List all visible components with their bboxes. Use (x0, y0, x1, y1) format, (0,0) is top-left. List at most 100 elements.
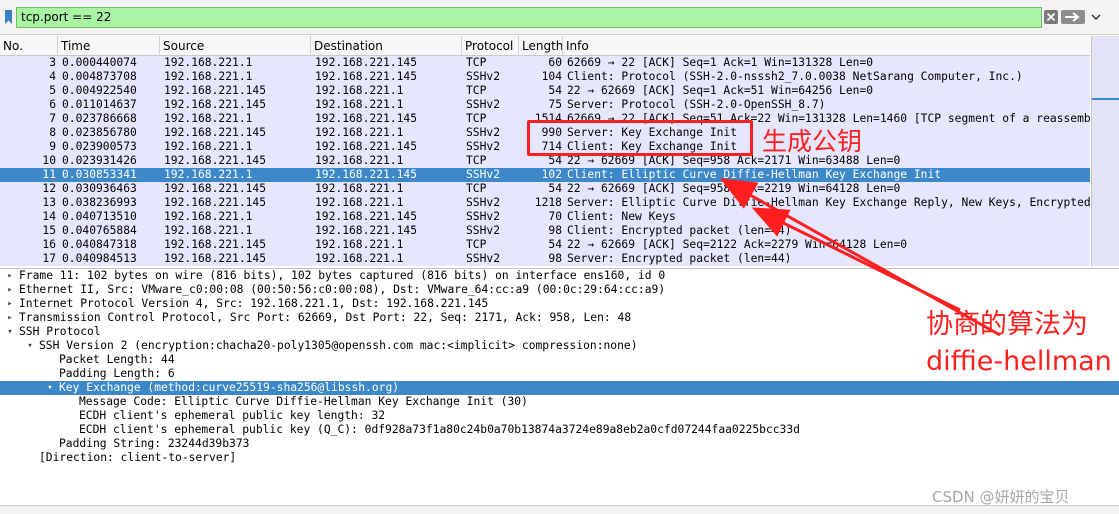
column-header-destination[interactable]: Destination (311, 36, 462, 56)
collapsed-arrow-icon[interactable]: ▸ (4, 269, 16, 283)
cell-proto: SSHv2 (466, 224, 501, 237)
column-header-no[interactable]: No. (0, 36, 58, 56)
cell-info: 22 → 62669 [ACK] Seq=958 Ack=2219 Win=64… (567, 182, 901, 195)
tree-item[interactable]: Padding String: 23244d39b373 (0, 437, 1119, 451)
tree-item[interactable]: ECDH client's ephemeral public key (Q_C)… (0, 423, 1119, 437)
packet-list-header: No. Time Source Destination Protocol Len… (0, 36, 1090, 56)
cell-time: 0.023786668 (62, 112, 137, 125)
cell-time: 0.040713510 (62, 210, 137, 223)
tree-item-label: Ethernet II, Src: VMware_c0:00:08 (00:50… (19, 283, 666, 296)
tree-item[interactable]: ▸ Frame 11: 102 bytes on wire (816 bits),… (0, 269, 1119, 283)
table-row[interactable]: 13 0.038236993 192.168.221.145 192.168.221.… (0, 196, 1090, 210)
cell-info: 62669 → 22 [ACK] Seq=1 Ack=1 Win=131328 … (567, 56, 874, 69)
tree-item-label: Frame 11: 102 bytes on wire (816 bits), … (19, 269, 666, 282)
cell-len: 98 (548, 252, 562, 265)
tree-item[interactable]: Message Code: Elliptic Curve Diffie-Hell… (0, 395, 1119, 409)
tree-item[interactable]: ▾ Key Exchange (method:curve25519-sha256@… (0, 381, 1119, 395)
cell-len: 75 (548, 98, 562, 111)
column-header-source[interactable]: Source (160, 36, 311, 56)
cell-src: 192.168.221.1 (164, 112, 253, 125)
cell-proto: SSHv2 (466, 252, 501, 265)
cell-dst: 192.168.221.145 (315, 56, 418, 69)
cell-proto: TCP (466, 238, 487, 251)
cell-src: 192.168.221.145 (164, 154, 267, 167)
cell-len: 70 (548, 210, 562, 223)
cell-len: 54 (548, 238, 562, 251)
column-header-info[interactable]: Info (563, 36, 1090, 56)
cell-dst: 192.168.221.145 (315, 210, 418, 223)
cell-proto: TCP (466, 112, 487, 125)
cell-dst: 192.168.221.1 (315, 84, 404, 97)
close-icon (1046, 12, 1056, 22)
collapsed-arrow-icon[interactable]: ▸ (4, 297, 16, 311)
cell-len: 54 (548, 154, 562, 167)
cell-src: 192.168.221.145 (164, 252, 267, 265)
table-row[interactable]: 3 0.000440074 192.168.221.1 192.168.221.145… (0, 56, 1090, 70)
tree-item[interactable]: ECDH client's ephemeral public key lengt… (0, 409, 1119, 423)
cell-info: Server: Encrypted packet (len=44) (567, 252, 792, 265)
column-header-length[interactable]: Length (519, 36, 563, 56)
watermark: CSDN @妍妍的宝贝 (932, 488, 1070, 506)
table-row[interactable]: 16 0.040847318 192.168.221.145 192.168.221.… (0, 238, 1090, 252)
table-row[interactable]: 15 0.040765884 192.168.221.1 192.168.221.14… (0, 224, 1090, 238)
cell-src: 192.168.221.145 (164, 98, 267, 111)
cell-no: 4 (49, 70, 56, 83)
cell-dst: 192.168.221.145 (315, 112, 418, 125)
table-row[interactable]: 12 0.030936463 192.168.221.145 192.168.221.… (0, 182, 1090, 196)
cell-dst: 192.168.221.1 (315, 154, 404, 167)
clear-filter-button[interactable] (1044, 10, 1058, 24)
cell-src: 192.168.221.1 (164, 56, 253, 69)
chevron-down-icon[interactable] (1091, 12, 1101, 22)
packet-details-tree: ▸ Frame 11: 102 bytes on wire (816 bits),… (0, 268, 1119, 504)
expanded-arrow-icon[interactable]: ▾ (4, 325, 16, 339)
tree-item[interactable]: [Direction: client-to-server] (0, 451, 1119, 465)
bookmark-icon[interactable] (1, 7, 15, 27)
cell-time: 0.004873708 (62, 70, 137, 83)
table-row[interactable]: 4 0.004873708 192.168.221.1 192.168.221.145… (0, 70, 1090, 84)
collapsed-arrow-icon[interactable]: ▸ (4, 311, 16, 325)
cell-proto: SSHv2 (466, 168, 501, 181)
collapsed-arrow-icon[interactable]: ▸ (4, 283, 16, 297)
cell-no: 11 (42, 168, 56, 181)
cell-proto: SSHv2 (466, 70, 501, 83)
apply-filter-button[interactable] (1061, 10, 1085, 24)
expanded-arrow-icon[interactable]: ▾ (24, 339, 36, 353)
cell-no: 8 (49, 126, 56, 139)
cell-time: 0.038236993 (62, 196, 137, 209)
cell-dst: 192.168.221.1 (315, 252, 404, 265)
cell-no: 12 (42, 182, 56, 195)
cell-no: 7 (49, 112, 56, 125)
cell-dst: 192.168.221.145 (315, 70, 418, 83)
cell-time: 0.040984513 (62, 252, 137, 265)
tree-item-label: ECDH client's ephemeral public key (Q_C)… (79, 423, 800, 436)
cell-dst: 192.168.221.1 (315, 98, 404, 111)
cell-dst: 192.168.221.145 (315, 140, 418, 153)
cell-info: 22 → 62669 [ACK] Seq=1 Ack=51 Win=64256 … (567, 84, 874, 97)
cell-time: 0.000440074 (62, 56, 137, 69)
cell-len: 54 (548, 182, 562, 195)
table-row[interactable]: 17 0.040984513 192.168.221.145 192.168.221.… (0, 252, 1090, 266)
tree-item-label: Padding String: 23244d39b373 (59, 437, 250, 450)
column-header-protocol[interactable]: Protocol (462, 36, 519, 56)
cell-proto: TCP (466, 84, 487, 97)
cell-no: 10 (42, 154, 56, 167)
expanded-arrow-icon[interactable]: ▾ (44, 381, 56, 395)
table-row[interactable]: 10 0.023931426 192.168.221.145 192.168.221.… (0, 154, 1090, 168)
table-row[interactable]: 14 0.040713510 192.168.221.1 192.168.221.14… (0, 210, 1090, 224)
column-header-time[interactable]: Time (58, 36, 160, 56)
table-row[interactable]: 5 0.004922540 192.168.221.145 192.168.221.1… (0, 84, 1090, 98)
table-row[interactable]: 11 0.030853341 192.168.221.1 192.168.221.14… (0, 168, 1090, 182)
cell-time: 0.023900573 (62, 140, 137, 153)
cell-dst: 192.168.221.1 (315, 196, 404, 209)
cell-len: 54 (548, 84, 562, 97)
cell-dst: 192.168.221.1 (315, 126, 404, 139)
cell-time: 0.030936463 (62, 182, 137, 195)
cell-src: 192.168.221.1 (164, 140, 253, 153)
display-filter-input[interactable]: tcp.port == 22 (16, 7, 1042, 28)
cell-no: 5 (49, 84, 56, 97)
tree-item[interactable]: ▸ Ethernet II, Src: VMware_c0:00:08 (00:5… (0, 283, 1119, 297)
cell-src: 192.168.221.145 (164, 182, 267, 195)
packet-minimap[interactable] (1091, 36, 1119, 266)
table-row[interactable]: 6 0.011014637 192.168.221.145 192.168.221.1… (0, 98, 1090, 112)
cell-src: 192.168.221.145 (164, 196, 267, 209)
